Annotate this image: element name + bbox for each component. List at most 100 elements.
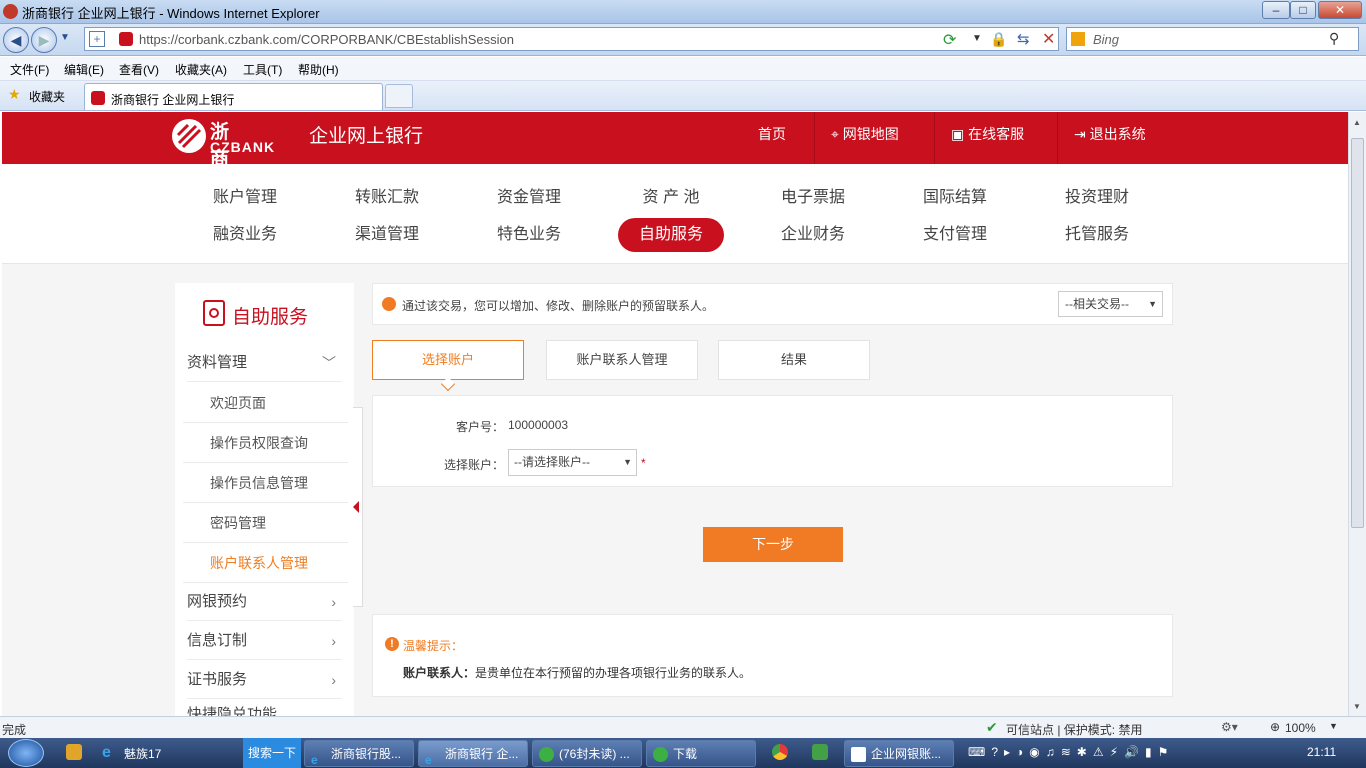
sidebar-item-welcome[interactable]: 欢迎页面 — [183, 383, 348, 423]
nav-custody[interactable]: 托管服务 — [1047, 218, 1147, 252]
scroll-down-icon[interactable]: ▼ — [1353, 702, 1361, 711]
tip-text: 通过该交易，您可以增加、修改、删除账户的预留联系人。 — [402, 299, 715, 313]
taskbar-corp-bank-account[interactable]: 企业网银账... — [844, 740, 954, 767]
taskbar-czbank-stock[interactable]: e 浙商银行股... — [304, 740, 414, 767]
logo-en-text: CZBANK — [210, 139, 276, 155]
favorites-star-icon[interactable]: ★ — [8, 86, 21, 103]
menu-edit[interactable]: 编辑(E) — [64, 61, 104, 78]
notice-label: 账户联系人： — [403, 666, 476, 680]
quicklaunch-app-icon[interactable] — [66, 744, 82, 760]
add-tab-icon[interactable]: + — [89, 31, 105, 47]
search-icon[interactable]: ⚲ — [1329, 30, 1339, 47]
next-step-button[interactable]: 下一步 — [703, 527, 843, 562]
nav-channel-mgmt[interactable]: 渠道管理 — [337, 218, 437, 252]
taskbar-mail[interactable]: (76封未读) ... — [532, 740, 642, 767]
system-tray-icons[interactable]: ⌨?▸◑◉♫≋✱⚠⚡🔊▮⚑ — [968, 745, 1174, 759]
nav-online-service[interactable]: ▣ 在线客服 — [934, 112, 1040, 164]
media-icon[interactable] — [812, 744, 828, 760]
sidebar-collapse-handle[interactable] — [353, 407, 363, 607]
nav-logout[interactable]: ⇥ 退出系统 — [1057, 112, 1162, 164]
browser-tab-active[interactable]: 浙商银行 企业网上银行 — [84, 83, 383, 110]
sidebar-header: 自助服务 — [175, 283, 354, 339]
url-text[interactable]: https://corbank.czbank.com/CORPORBANK/CB… — [139, 32, 514, 47]
lock-icon[interactable]: 🔒 — [990, 31, 1007, 48]
tab-title: 浙商银行 企业网上银行 — [111, 93, 235, 107]
taskbar-czbank-corp[interactable]: e 浙商银行 企... — [418, 740, 528, 767]
history-dropdown-icon[interactable]: ▼ — [60, 32, 70, 43]
nav-transfer[interactable]: 转账汇款 — [337, 181, 437, 215]
web-page: 浙商银行 CZBANK 企业网上银行 首页 ⌖ 网银地图 ▣ 在线客服 ⇥ 退出… — [2, 112, 1348, 716]
stop-icon[interactable]: ✕ — [1042, 29, 1055, 49]
chevron-right-icon: › — [331, 633, 336, 649]
notice-box: ! 温馨提示： 账户联系人：是贵单位在本行预留的办理各项银行业务的联系人。 — [372, 614, 1173, 697]
menu-help[interactable]: 帮助(H) — [298, 61, 339, 78]
menu-file[interactable]: 文件(F) — [10, 61, 49, 78]
menu-view[interactable]: 查看(V) — [119, 61, 159, 78]
taskbar-search[interactable]: 搜索一下 — [243, 738, 301, 768]
account-form: 客户号： 100000003 选择账户： --请选择账户-- ▼ * — [372, 395, 1173, 487]
address-bar[interactable]: + https://corbank.czbank.com/CORPORBANK/… — [84, 27, 1059, 51]
forward-button[interactable]: ▶ — [31, 27, 57, 53]
window-titlebar: 浙商银行 企业网上银行 - Windows Internet Explorer … — [0, 0, 1366, 24]
page-scrollbar[interactable]: ▲ ▼ — [1348, 112, 1366, 716]
sidebar-item-password[interactable]: 密码管理 — [183, 503, 348, 543]
required-marker: * — [641, 456, 646, 470]
nav-account-mgmt[interactable]: 账户管理 — [195, 181, 295, 215]
select-arrow-icon: ▼ — [1148, 299, 1157, 309]
minimize-button[interactable]: – — [1262, 1, 1290, 19]
chrome-icon[interactable] — [772, 744, 788, 760]
sidebar-item-operator-permission[interactable]: 操作员权限查询 — [183, 423, 348, 463]
sidebar-group-certificate[interactable]: 证书服务 › — [187, 661, 342, 699]
nav-asset-pool[interactable]: 资 产 池 — [621, 181, 721, 215]
menu-tools[interactable]: 工具(T) — [243, 61, 282, 78]
menu-favorites[interactable]: 收藏夹(A) — [175, 61, 227, 78]
nav-intl-settlement[interactable]: 国际结算 — [905, 181, 1005, 215]
new-tab-button[interactable] — [385, 84, 413, 108]
zoom-level[interactable]: 100% — [1285, 721, 1316, 735]
account-select-value: --请选择账户-- — [514, 455, 590, 469]
maximize-button[interactable]: □ — [1290, 1, 1316, 19]
nav-investment[interactable]: 投资理财 — [1047, 181, 1147, 215]
search-box[interactable]: Bing ⚲ — [1066, 27, 1359, 51]
taskbar-label: 下载 — [673, 747, 698, 761]
refresh-icon[interactable]: ⇆ — [1017, 30, 1030, 48]
nav-featured[interactable]: 特色业务 — [479, 218, 579, 252]
status-bar: 完成 ✔ 可信站点 | 保护模式: 禁用 ⚙▾ ⊕ 100% ▼ — [0, 716, 1366, 738]
sidebar-group-booking[interactable]: 网银预约 › — [187, 583, 342, 621]
scroll-thumb[interactable] — [1351, 138, 1364, 528]
sidebar-group-profile[interactable]: 资料管理 ﹀ — [187, 344, 342, 382]
sidebar-title: 自助服务 — [232, 307, 309, 328]
self-service-icon — [203, 300, 225, 326]
map-pin-icon: ⌖ — [831, 126, 843, 142]
close-window-button[interactable]: ✕ — [1318, 1, 1362, 19]
taskbar-download[interactable]: 下载 — [646, 740, 756, 767]
nav-fund-mgmt[interactable]: 资金管理 — [479, 181, 579, 215]
favorites-button[interactable]: 收藏夹 — [29, 88, 65, 105]
sidebar-item-operator-info[interactable]: 操作员信息管理 — [183, 463, 348, 503]
compat-view-icon[interactable]: ⟳ — [943, 30, 956, 50]
nav-self-service[interactable]: 自助服务 — [618, 218, 724, 252]
nav-bank-map[interactable]: ⌖ 网银地图 — [814, 112, 915, 164]
security-zone-text[interactable]: 可信站点 | 保护模式: 禁用 — [1006, 721, 1142, 738]
nav-payment-mgmt[interactable]: 支付管理 — [905, 218, 1005, 252]
account-select[interactable]: --请选择账户-- ▼ — [508, 449, 637, 476]
sidebar-group-subscription[interactable]: 信息订制 › — [187, 622, 342, 660]
site-header: 浙商银行 CZBANK 企业网上银行 首页 ⌖ 网银地图 ▣ 在线客服 ⇥ 退出… — [2, 112, 1348, 224]
ie-quicklaunch-icon[interactable]: e — [102, 744, 111, 762]
zoom-dropdown-icon[interactable]: ▼ — [1329, 721, 1338, 731]
back-button[interactable]: ◀ — [3, 27, 29, 53]
taskbar-meizu[interactable]: 魅族17 — [124, 745, 161, 762]
taskbar-clock[interactable]: 21:11 — [1307, 745, 1336, 759]
nav-corp-finance[interactable]: 企业财务 — [763, 218, 863, 252]
nav-e-bill[interactable]: 电子票据 — [763, 181, 863, 215]
start-button[interactable] — [8, 739, 44, 767]
nav-financing[interactable]: 融资业务 — [195, 218, 295, 252]
warning-icon: ! — [385, 637, 399, 651]
scroll-up-icon[interactable]: ▲ — [1353, 118, 1361, 127]
nav-home[interactable]: 首页 — [742, 112, 802, 164]
popup-blocker-icon[interactable]: ⚙▾ — [1221, 720, 1238, 734]
sidebar-group-quick[interactable]: 快捷隐兑功能 — [187, 700, 342, 716]
sidebar-item-account-contact[interactable]: 账户联系人管理 — [183, 543, 348, 583]
url-dropdown-icon[interactable]: ▼ — [972, 33, 982, 44]
related-transactions-select[interactable]: --相关交易-- ▼ — [1058, 291, 1163, 317]
